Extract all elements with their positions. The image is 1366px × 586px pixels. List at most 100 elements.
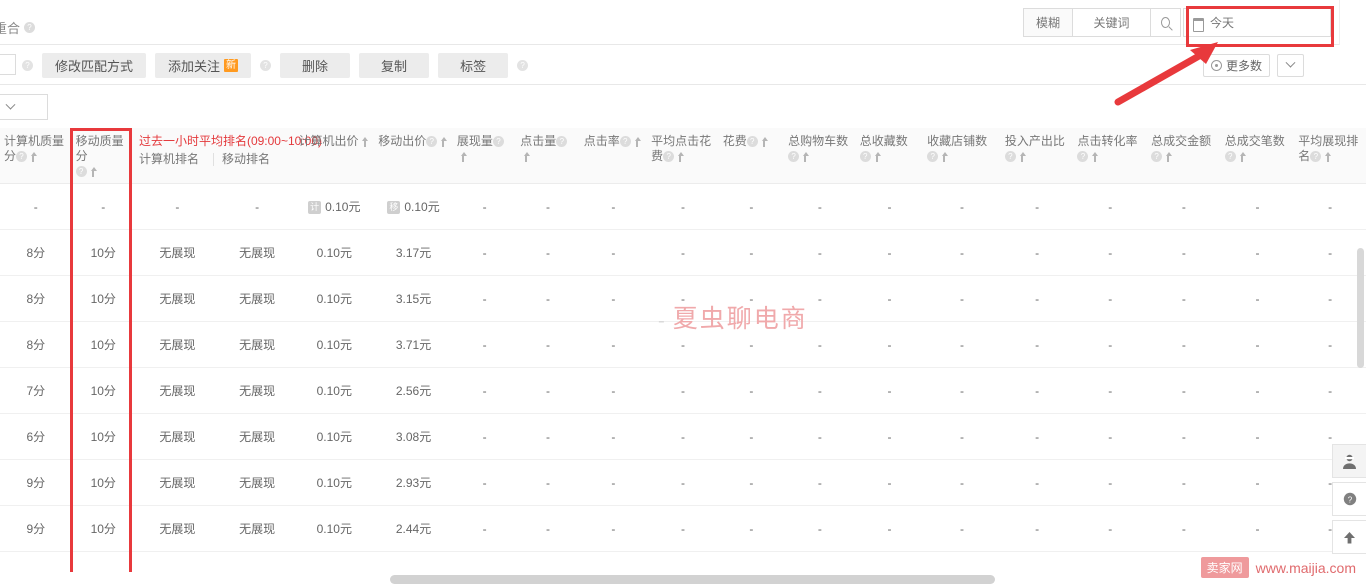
- keyword-input[interactable]: 关键词: [1073, 8, 1151, 37]
- cell-pc-bid[interactable]: 0.10元: [294, 275, 375, 322]
- cell-pc-bid[interactable]: 0.10元: [294, 459, 375, 506]
- customer-service-button[interactable]: [1332, 444, 1366, 478]
- header-shop-favorites[interactable]: 收藏店铺数?: [923, 128, 1001, 184]
- sort-icon[interactable]: [1018, 151, 1026, 162]
- header-ctr[interactable]: 点击率?: [579, 128, 648, 184]
- toolbar-help-icon-3[interactable]: ?: [517, 59, 529, 71]
- keyword-table-container[interactable]: 计算机质量分? 移动质量分? 过去一小时平均排名(09:00~10:00) 计算…: [0, 128, 1366, 568]
- help-icon[interactable]: ?: [1004, 151, 1016, 163]
- sort-icon[interactable]: [801, 151, 810, 162]
- sort-icon[interactable]: [360, 136, 369, 147]
- sort-icon[interactable]: [29, 151, 38, 162]
- help-icon[interactable]: ?: [1310, 151, 1322, 163]
- cell-mobile-bid[interactable]: 3.08元: [374, 413, 453, 460]
- cell-mobile-bid[interactable]: 2.69元: [374, 551, 453, 568]
- header-click-conversion[interactable]: 点击转化率?: [1073, 128, 1148, 184]
- vertical-scroll-thumb[interactable]: [1357, 248, 1364, 368]
- header-pc-rank[interactable]: 计算机排名: [139, 152, 213, 167]
- horizontal-scrollbar[interactable]: [0, 572, 1340, 586]
- header-pc-quality[interactable]: 计算机质量分?: [0, 128, 72, 184]
- match-mode-select[interactable]: 模糊: [1023, 8, 1073, 37]
- sort-icon[interactable]: [676, 151, 685, 162]
- header-cart-count[interactable]: 总购物车数?: [784, 128, 856, 184]
- table-row[interactable]: 7分 10分 无展现 无展现 0.10元 2.56元 - - - - - - - - - - - - -: [0, 367, 1366, 414]
- cell-pc-bid[interactable]: 计 0.10元: [294, 183, 375, 230]
- sort-icon[interactable]: [89, 166, 97, 177]
- table-row[interactable]: 8分 10分 无展现 无展现 0.10元 3.15元 - - - - - - - - - - - - -: [0, 275, 1366, 322]
- header-cost[interactable]: 花费?: [718, 128, 785, 184]
- sort-icon[interactable]: [633, 136, 641, 147]
- cell-pc-bid[interactable]: 0.10元: [294, 321, 375, 368]
- sort-icon[interactable]: [1090, 151, 1099, 162]
- toolbar-help-icon-2[interactable]: ?: [260, 59, 272, 71]
- sort-icon[interactable]: [439, 136, 448, 147]
- sort-icon[interactable]: [760, 136, 768, 147]
- copy-button[interactable]: 复制: [359, 52, 430, 78]
- horizontal-scroll-thumb[interactable]: [390, 575, 995, 584]
- table-row[interactable]: 6分 10分 无展现 无展现 0.10元 3.08元 - - - - - - - - - - - - -: [0, 413, 1366, 460]
- help-icon[interactable]: ?: [619, 136, 631, 148]
- cell-mobile-bid[interactable]: 3.15元: [374, 275, 453, 322]
- sort-icon[interactable]: [459, 151, 467, 162]
- header-impressions[interactable]: 展现量?: [452, 128, 517, 184]
- header-avg-cpc[interactable]: 平均点击花费?: [647, 128, 719, 184]
- sort-icon[interactable]: [873, 151, 881, 162]
- header-favorites[interactable]: 总收藏数?: [855, 128, 924, 184]
- help-icon[interactable]: ?: [16, 151, 28, 163]
- header-pc-bid[interactable]: 计算机出价: [294, 128, 375, 184]
- back-to-top-button[interactable]: [1332, 520, 1366, 554]
- help-icon[interactable]: ?: [1224, 151, 1236, 163]
- sort-icon[interactable]: [1323, 151, 1332, 162]
- header-roi[interactable]: 投入产出比?: [1000, 128, 1074, 184]
- header-total-orders[interactable]: 总成交笔数?: [1220, 128, 1295, 184]
- cell-mobile-bid[interactable]: 3.71元: [374, 321, 453, 368]
- expand-toggle-button[interactable]: [1277, 54, 1304, 77]
- table-row[interactable]: 9分 10分 无展现 无展现 0.10元 2.44元 - - - - - - - - - - - - -: [0, 505, 1366, 552]
- help-icon[interactable]: ?: [1151, 151, 1163, 163]
- help-button[interactable]: ?: [1332, 482, 1366, 516]
- select-all-checkbox[interactable]: [0, 54, 16, 75]
- header-mobile-quality[interactable]: 移动质量分?: [71, 128, 135, 184]
- tag-button[interactable]: 标签: [438, 52, 509, 78]
- table-row[interactable]: 7分10分无展现无展现0.10元2.69元-------------: [0, 551, 1366, 568]
- help-icon[interactable]: ?: [426, 136, 438, 148]
- cell-mobile-bid[interactable]: 2.93元: [374, 459, 453, 506]
- table-row[interactable]: 9分 10分 无展现 无展现 0.10元 2.93元 - - - - - - - - - - - - -: [0, 459, 1366, 506]
- help-icon[interactable]: ?: [927, 151, 939, 163]
- help-icon[interactable]: ?: [492, 136, 504, 148]
- table-row[interactable]: 8分 10分 无展现 无展现 0.10元 3.17元 - - - - - - - - - - - - -: [0, 229, 1366, 276]
- vertical-scrollbar[interactable]: [1355, 118, 1366, 448]
- sort-icon[interactable]: [940, 151, 949, 162]
- help-icon[interactable]: ?: [75, 166, 87, 178]
- header-clicks[interactable]: 点击量?: [516, 128, 580, 184]
- cell-pc-bid[interactable]: 0.10元: [294, 551, 375, 568]
- help-icon[interactable]: ?: [788, 151, 800, 163]
- cell-pc-bid[interactable]: 0.10元: [294, 505, 375, 552]
- add-follow-button[interactable]: 添加关注 新: [155, 52, 252, 78]
- header-total-gmv[interactable]: 总成交金额?: [1147, 128, 1221, 184]
- help-icon[interactable]: ?: [24, 22, 36, 33]
- help-icon[interactable]: ?: [556, 136, 568, 148]
- sort-icon[interactable]: [1238, 151, 1246, 162]
- toolbar-help-icon-1[interactable]: ?: [22, 59, 33, 71]
- cell-mobile-bid[interactable]: 3.17元: [374, 229, 453, 276]
- date-range-input[interactable]: 今天: [1183, 8, 1331, 37]
- delete-button[interactable]: 删除: [280, 52, 351, 78]
- cell-pc-bid[interactable]: 0.10元: [294, 229, 375, 276]
- help-icon[interactable]: ?: [663, 151, 675, 163]
- cell-mobile-bid[interactable]: 2.56元: [374, 367, 453, 414]
- header-mobile-rank[interactable]: 移动排名: [222, 152, 270, 167]
- more-metrics-button[interactable]: 更多数: [1202, 54, 1270, 77]
- help-icon[interactable]: ?: [1077, 151, 1089, 163]
- search-button[interactable]: [1151, 8, 1181, 37]
- cell-mobile-bid[interactable]: 2.44元: [374, 505, 453, 552]
- table-row[interactable]: 8分 10分 无展现 无展现 0.10元 3.71元 - - - - - - - - - - - - -: [0, 321, 1366, 368]
- table-summary-row[interactable]: - - - - 计 0.10元移 0.10元 - - - - - - - - - - - - -: [0, 183, 1366, 230]
- column-filter-dropdown[interactable]: [0, 94, 48, 120]
- help-icon[interactable]: ?: [746, 136, 758, 148]
- cell-mobile-bid[interactable]: 移 0.10元: [374, 183, 453, 230]
- modify-match-type-button[interactable]: 修改匹配方式: [42, 52, 147, 78]
- cell-pc-bid[interactable]: 0.10元: [294, 367, 375, 414]
- sort-icon[interactable]: [522, 151, 531, 162]
- sort-icon[interactable]: [1164, 151, 1173, 162]
